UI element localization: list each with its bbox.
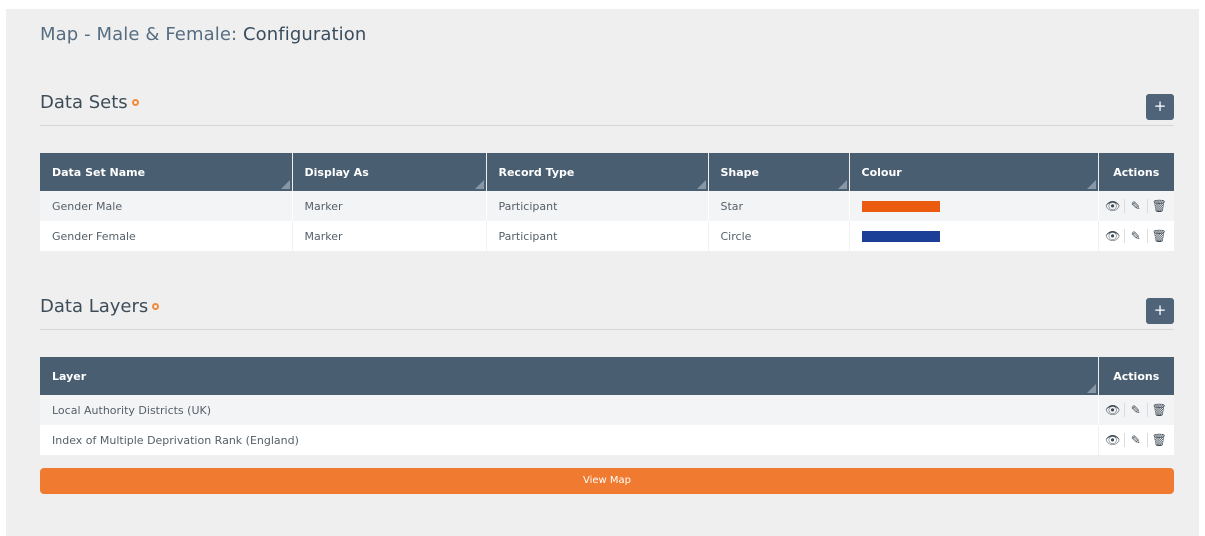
delete-icon[interactable]: 🗑: [1148, 403, 1171, 417]
col-display-as[interactable]: Display As: [292, 153, 487, 191]
page-title: Map - Male & Female: Configuration: [40, 24, 366, 45]
colour-cell: [849, 221, 1099, 251]
col-actions: Actions: [1098, 153, 1174, 191]
edit-icon[interactable]: ✎: [1125, 199, 1148, 213]
edit-icon[interactable]: ✎: [1125, 403, 1148, 417]
sort-icon: [696, 180, 706, 189]
data-layers-table: Layer Actions Local Authority Districts …: [40, 357, 1174, 455]
page-title-prefix: Map - Male & Female:: [40, 24, 244, 45]
view-icon[interactable]: 👁: [1102, 199, 1125, 213]
data-layers-title: Data Layers: [40, 296, 160, 317]
help-icon[interactable]: [131, 99, 139, 106]
delete-icon[interactable]: 🗑: [1148, 199, 1171, 213]
actions-cell: 👁 ✎ 🗑: [1098, 425, 1174, 455]
data-layers-header: Data Layers +: [40, 296, 1174, 330]
actions-cell: 👁 ✎ 🗑: [1098, 395, 1174, 425]
view-icon[interactable]: 👁: [1102, 229, 1125, 243]
shape: Star: [708, 191, 850, 221]
delete-icon[interactable]: 🗑: [1148, 433, 1171, 447]
config-panel: [6, 9, 1199, 536]
data-sets-heading: Data Sets: [40, 92, 128, 113]
data-sets-header: Data Sets +: [40, 92, 1174, 126]
view-map-button[interactable]: View Map: [40, 468, 1174, 494]
edit-icon[interactable]: ✎: [1125, 433, 1148, 447]
table-row: Index of Multiple Deprivation Rank (Engl…: [40, 425, 1174, 455]
actions-cell: 👁 ✎ 🗑: [1098, 191, 1174, 221]
shape: Circle: [708, 221, 850, 251]
view-icon[interactable]: 👁: [1102, 433, 1125, 447]
col-data-set-name[interactable]: Data Set Name: [40, 153, 293, 191]
sort-icon: [474, 180, 484, 189]
data-set-name: Gender Male: [40, 191, 293, 221]
sort-icon: [1086, 384, 1096, 393]
add-data-layer-button[interactable]: +: [1146, 298, 1174, 324]
actions-cell: 👁 ✎ 🗑: [1098, 221, 1174, 251]
data-sets-table: Data Set Name Display As Record Type Sha…: [40, 153, 1174, 251]
edit-icon[interactable]: ✎: [1125, 229, 1148, 243]
display-as: Marker: [292, 191, 487, 221]
data-sets-title: Data Sets: [40, 92, 139, 113]
table-row: Local Authority Districts (UK) 👁 ✎ 🗑: [40, 395, 1174, 425]
layer-name: Index of Multiple Deprivation Rank (Engl…: [40, 425, 1099, 455]
help-icon[interactable]: [152, 303, 160, 310]
page-title-strong: Configuration: [243, 24, 367, 45]
table-row: Gender Male Marker Participant Star 👁 ✎ …: [40, 191, 1174, 221]
col-colour[interactable]: Colour: [849, 153, 1099, 191]
display-as: Marker: [292, 221, 487, 251]
sort-icon: [837, 180, 847, 189]
add-data-set-button[interactable]: +: [1146, 94, 1174, 120]
data-set-name: Gender Female: [40, 221, 293, 251]
delete-icon[interactable]: 🗑: [1148, 229, 1171, 243]
col-layer[interactable]: Layer: [40, 357, 1099, 395]
colour-swatch: [861, 201, 940, 212]
layer-name: Local Authority Districts (UK): [40, 395, 1099, 425]
record-type: Participant: [486, 221, 709, 251]
data-layers-heading: Data Layers: [40, 296, 149, 317]
view-icon[interactable]: 👁: [1102, 403, 1125, 417]
sort-icon: [1086, 180, 1096, 189]
col-shape[interactable]: Shape: [708, 153, 850, 191]
record-type: Participant: [486, 191, 709, 221]
colour-swatch: [861, 231, 940, 242]
table-row: Gender Female Marker Participant Circle …: [40, 221, 1174, 251]
col-actions: Actions: [1098, 357, 1174, 395]
sort-icon: [280, 180, 290, 189]
col-record-type[interactable]: Record Type: [486, 153, 709, 191]
colour-cell: [849, 191, 1099, 221]
